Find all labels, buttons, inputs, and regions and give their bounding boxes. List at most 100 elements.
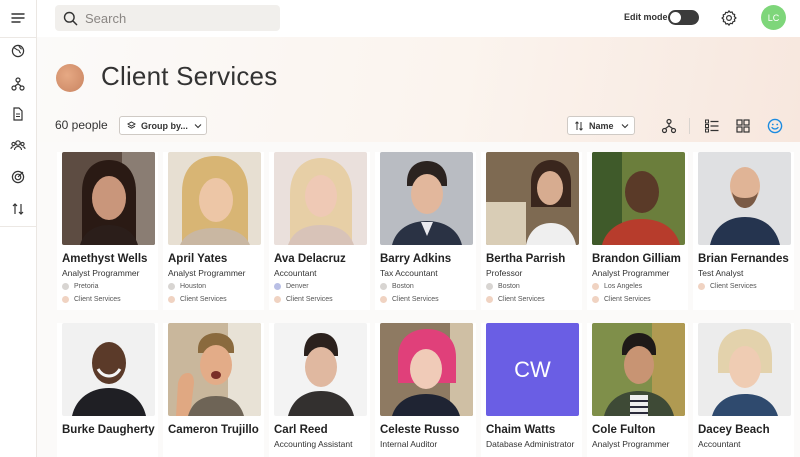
group-by-label: Group by... [141,120,188,131]
top-bar: Edit mode LC [37,0,800,37]
person-name: Amethyst Wells [62,253,148,265]
person-card[interactable]: Ava Delacruz Accountant Denver Client Se… [269,152,370,310]
person-photo [592,323,685,416]
person-role: Test Analyst [698,268,744,278]
team-icon[interactable] [0,130,36,160]
department-icon [56,64,84,92]
person-location: Denver [274,283,309,290]
person-role: Internal Auditor [380,439,438,449]
person-photo [168,323,261,416]
people-count: 60 people [55,118,108,132]
edit-mode-toggle[interactable] [668,10,699,25]
person-photo [698,152,791,245]
person-location: Boston [380,283,414,290]
person-role: Accounting Assistant [274,439,353,449]
person-name: Dacey Beach [698,424,770,436]
grid-view-icon[interactable] [734,117,752,135]
layers-icon [127,121,136,130]
person-role: Tax Accountant [380,268,438,278]
person-card[interactable]: Cameron Trujillo [163,323,264,457]
person-name: Carl Reed [274,424,328,436]
person-card[interactable]: Barry Adkins Tax Accountant Boston Clien… [375,152,476,310]
person-card[interactable]: Amethyst Wells Analyst Programmer Pretor… [57,152,158,310]
person-name: Brandon Gilliam [592,253,681,265]
page-title: Client Services [101,61,278,91]
person-photo [592,152,685,245]
gear-icon[interactable] [720,9,738,27]
person-name: Bertha Parrish [486,253,566,265]
person-location: Houston [168,283,206,290]
target-icon[interactable] [0,162,36,192]
person-card[interactable]: Burke Daugherty [57,323,158,457]
person-department: Client Services [380,296,439,303]
edit-mode-label: Edit mode [624,12,668,22]
person-card[interactable]: Celeste Russo Internal Auditor [375,323,476,457]
person-name: Celeste Russo [380,424,460,436]
person-photo: CW [486,323,579,416]
person-role: Database Administrator [486,439,575,449]
org-chart-icon[interactable] [0,69,36,99]
sort-icon[interactable] [0,194,36,224]
sort-dropdown[interactable]: Name [567,116,635,135]
person-name: April Yates [168,253,228,265]
person-role: Professor [486,268,523,278]
person-role: Analyst Programmer [168,268,246,278]
person-name: Barry Adkins [380,253,452,265]
person-name: Cole Fulton [592,424,656,436]
person-photo [698,323,791,416]
person-name: Brian Fernandes [698,253,789,265]
sort-label: Name [589,120,614,131]
search-icon [63,10,79,26]
document-icon[interactable] [0,99,36,129]
chevron-down-icon [194,123,202,129]
person-card[interactable]: Bertha Parrish Professor Boston Client S… [481,152,582,310]
person-card[interactable]: April Yates Analyst Programmer Houston C… [163,152,264,310]
person-role: Analyst Programmer [62,268,140,278]
list-view-icon[interactable] [703,117,721,135]
person-card[interactable]: Brian Fernandes Test Analyst Client Serv… [693,152,794,310]
person-location: Los Angeles [592,283,642,290]
person-role: Analyst Programmer [592,439,670,449]
menu-icon[interactable] [0,3,36,33]
person-department: Client Services [698,283,757,290]
person-photo [380,152,473,245]
person-card[interactable]: Brandon Gilliam Analyst Programmer Los A… [587,152,688,310]
sort-arrows-icon [574,120,584,131]
person-photo [62,323,155,416]
search-box[interactable] [55,5,280,31]
person-photo [62,152,155,245]
person-department: Client Services [168,296,227,303]
person-card[interactable]: Carl Reed Accounting Assistant [269,323,370,457]
left-nav [0,0,37,457]
person-location: Boston [486,283,520,290]
person-department: Client Services [486,296,545,303]
person-card[interactable]: Cole Fulton Analyst Programmer [587,323,688,457]
person-role: Accountant [274,268,317,278]
globe-icon[interactable] [0,36,36,66]
person-name: Ava Delacruz [274,253,346,265]
person-location: Pretoria [62,283,99,290]
person-name: Burke Daugherty [62,424,155,436]
person-department: Client Services [274,296,333,303]
person-photo [380,323,473,416]
initials-avatar: CW [486,323,579,416]
person-role: Accountant [698,439,741,449]
group-by-dropdown[interactable]: Group by... [119,116,207,135]
search-input[interactable] [85,10,275,26]
person-card[interactable]: Dacey Beach Accountant [693,323,794,457]
person-department: Client Services [62,296,121,303]
page-header: Client Services 60 people Group by... Na… [37,37,800,142]
org-chart-view-icon[interactable] [660,117,678,135]
person-role: Analyst Programmer [592,268,670,278]
person-photo [168,152,261,245]
person-department: Client Services [592,296,651,303]
chevron-down-icon [621,123,629,129]
person-photo [486,152,579,245]
person-card[interactable]: CW Chaim Watts Database Administrator [481,323,582,457]
face-view-icon[interactable] [766,117,784,135]
avatar[interactable]: LC [761,5,786,30]
person-photo [274,323,367,416]
person-photo [274,152,367,245]
person-name: Cameron Trujillo [168,424,259,436]
person-name: Chaim Watts [486,424,556,436]
